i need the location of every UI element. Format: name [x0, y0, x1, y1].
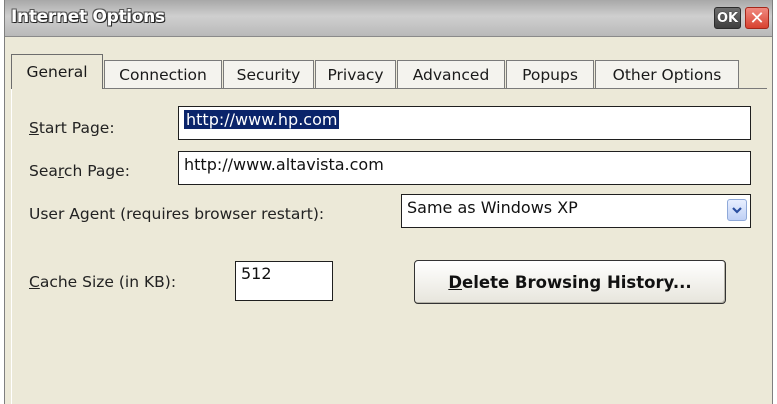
tab-other-options[interactable]: Other Options — [595, 60, 739, 88]
user-agent-label: User Agent (requires browser restart): — [29, 205, 325, 223]
tab-security-label: Security — [236, 65, 301, 84]
search-page-label-start: Sea — [29, 162, 58, 180]
cache-size-label-text: ache Size (in KB): — [39, 273, 177, 291]
tab-security[interactable]: Security — [223, 60, 314, 88]
close-icon: ✕ — [749, 7, 765, 29]
tab-connection[interactable]: Connection — [104, 60, 222, 88]
delete-history-label-text: elete Browsing History... — [462, 272, 692, 292]
cache-size-input[interactable]: 512 — [235, 261, 333, 301]
search-page-label-end: ch Page: — [63, 162, 130, 180]
tab-connection-label: Connection — [119, 65, 207, 84]
tab-popups[interactable]: Popups — [506, 60, 594, 88]
chevron-down-icon[interactable] — [727, 199, 747, 221]
start-page-label-text: tart Page: — [38, 119, 115, 137]
internet-options-window: Internet Options OK ✕ General Connection… — [4, 0, 773, 404]
tab-popups-label: Popups — [522, 65, 578, 84]
tab-general[interactable]: General — [11, 54, 103, 89]
close-button[interactable]: ✕ — [745, 7, 769, 29]
tab-general-label: General — [26, 63, 88, 81]
tab-other-options-label: Other Options — [612, 65, 722, 84]
cache-size-value: 512 — [241, 264, 272, 283]
user-agent-select[interactable]: Same as Windows XP — [401, 194, 751, 228]
delete-history-accesskey: D — [448, 272, 463, 292]
start-page-label: Start Page: — [29, 119, 115, 137]
window-title: Internet Options — [11, 7, 165, 27]
ok-button[interactable]: OK — [714, 7, 741, 29]
tab-advanced-label: Advanced — [412, 65, 490, 84]
start-page-value: http://www.hp.com — [184, 110, 340, 129]
tab-privacy[interactable]: Privacy — [315, 60, 396, 88]
search-page-input[interactable]: http://www.altavista.com — [178, 151, 751, 185]
tab-privacy-label: Privacy — [327, 65, 384, 84]
search-page-label: Search Page: — [29, 162, 130, 180]
title-bar: Internet Options OK ✕ — [5, 0, 772, 37]
start-page-input[interactable]: http://www.hp.com — [178, 106, 751, 140]
tab-advanced[interactable]: Advanced — [397, 60, 505, 88]
user-agent-value: Same as Windows XP — [407, 198, 578, 217]
cache-size-label: Cache Size (in KB): — [29, 273, 176, 291]
start-page-accesskey: S — [29, 119, 39, 137]
search-page-value: http://www.altavista.com — [184, 155, 384, 174]
delete-browsing-history-button[interactable]: Delete Browsing History... — [414, 260, 726, 304]
cache-size-accesskey: C — [29, 273, 40, 291]
